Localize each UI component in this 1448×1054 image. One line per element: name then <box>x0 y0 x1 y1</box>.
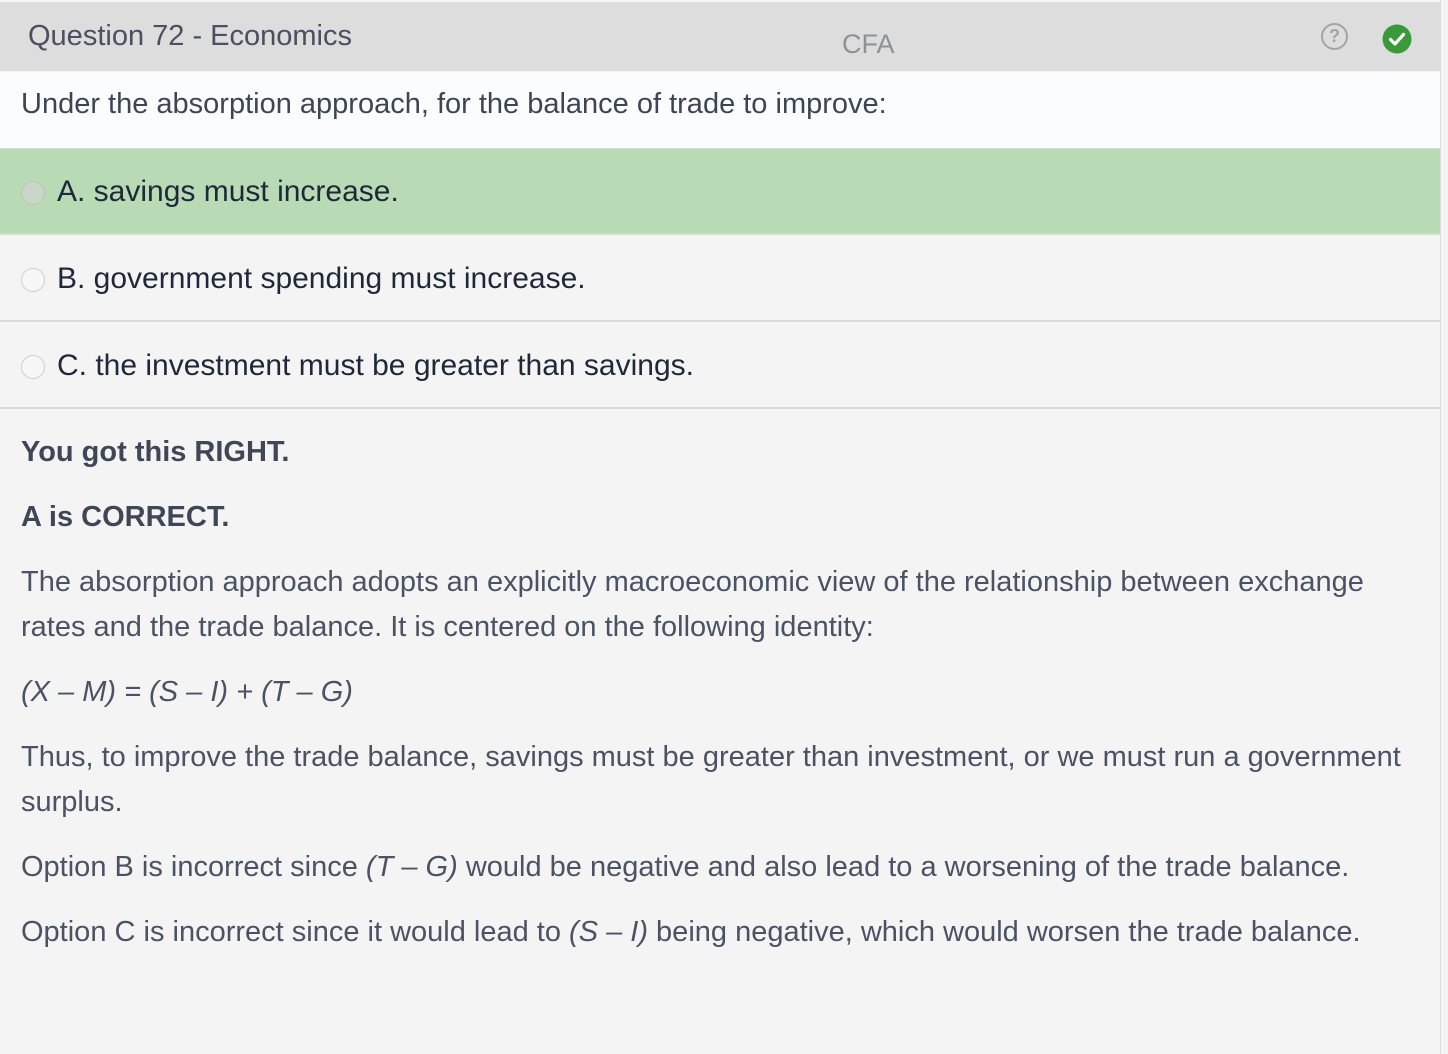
exam-label: CFA <box>842 29 895 59</box>
option-c[interactable]: C. the investment must be greater than s… <box>0 323 1440 409</box>
option-b-explanation-pre: Option B is incorrect since <box>21 851 366 883</box>
explanation-thus: Thus, to improve the trade balance, savi… <box>21 741 1401 818</box>
question-text: Under the absorption approach, for the b… <box>21 88 887 120</box>
option-b-label: B. government spending must increase. <box>57 262 586 295</box>
option-c-explanation-post: being negative, which would worsen the t… <box>648 916 1361 948</box>
option-b-explanation: Option B is incorrect since (T – G) woul… <box>21 845 1421 890</box>
option-a-label: A. savings must increase. <box>57 175 399 208</box>
option-a[interactable]: A. savings must increase. <box>0 149 1440 235</box>
result-text: You got this RIGHT. <box>21 436 290 468</box>
option-c-radio[interactable] <box>21 355 45 379</box>
check-circle-icon <box>1382 24 1412 54</box>
option-a-radio[interactable] <box>21 181 45 205</box>
explanation: You got this RIGHT. A is CORRECT. The ab… <box>21 430 1421 975</box>
identity-formula: (X – M) = (S – I) + (T – G) <box>21 676 353 708</box>
question-stem: Under the absorption approach, for the b… <box>0 72 1440 149</box>
option-b-explanation-term: (T – G) <box>365 851 458 883</box>
option-c-explanation: Option C is incorrect since it would lea… <box>21 910 1421 955</box>
question-page: Question 72 - Economics CFA ? Under the … <box>0 0 1441 1054</box>
option-c-label: C. the investment must be greater than s… <box>57 349 694 382</box>
option-b-radio[interactable] <box>21 268 45 292</box>
help-circle-icon[interactable]: ? <box>1321 23 1348 50</box>
option-b[interactable]: B. government spending must increase. <box>0 236 1440 322</box>
question-title: Question 72 - Economics <box>28 20 352 52</box>
option-b-explanation-post: would be negative and also lead to a wor… <box>457 851 1350 883</box>
verdict-text: A is CORRECT. <box>21 501 230 533</box>
question-header: Question 72 - Economics CFA ? <box>0 2 1440 71</box>
explanation-intro: The absorption approach adopts an explic… <box>21 566 1364 643</box>
option-c-explanation-term: (S – I) <box>569 916 648 948</box>
option-c-explanation-pre: Option C is incorrect since it would lea… <box>21 916 570 948</box>
